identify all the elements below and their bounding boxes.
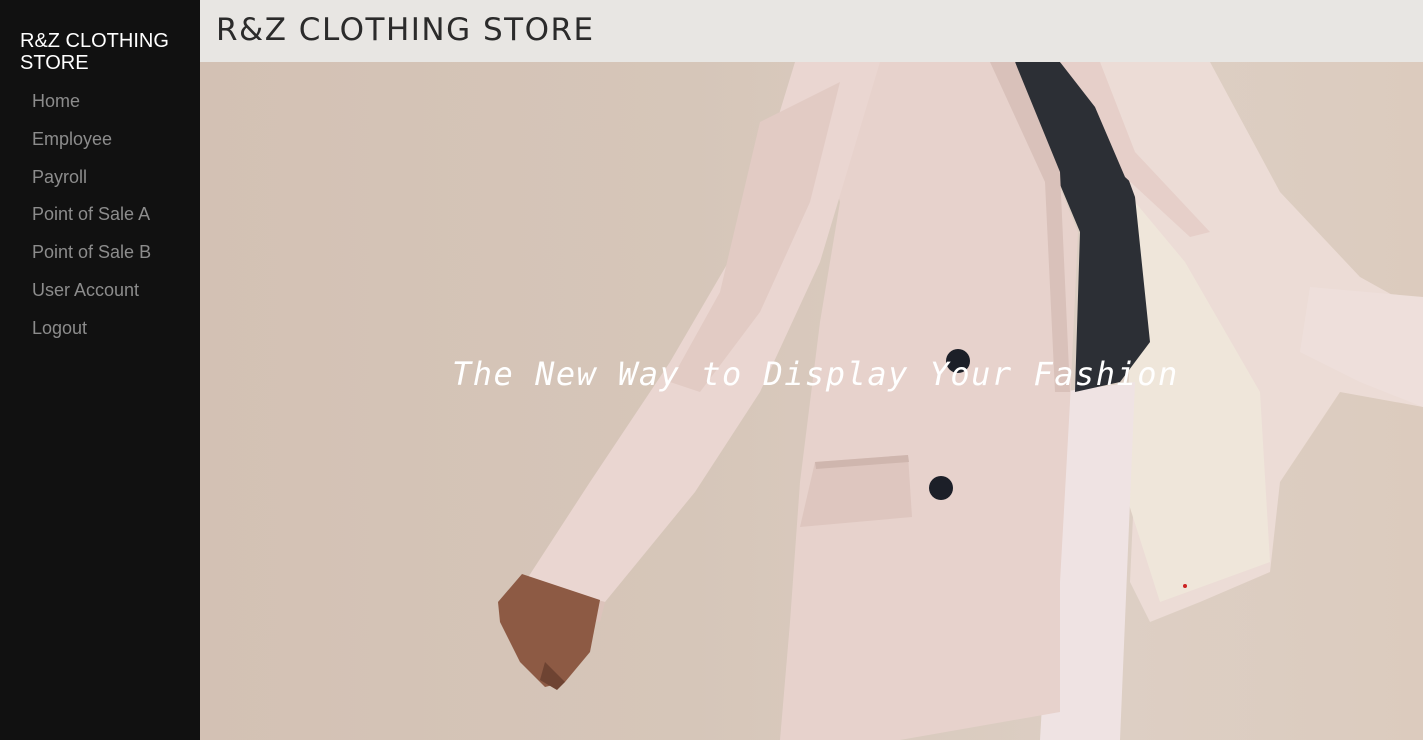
hero-caption: The New Way to Display Your Fashion (452, 355, 1179, 393)
sidebar-item-point-of-sale-b[interactable]: Point of Sale B (0, 234, 200, 272)
sidebar-item-employee[interactable]: Employee (0, 121, 200, 159)
sidebar-brand: R&Z CLOTHING STORE (20, 30, 169, 74)
top-bar: R&Z CLOTHING STORE (200, 0, 1423, 62)
hero-banner: The New Way to Display Your Fashion (200, 62, 1423, 740)
sidebar-nav: Home Employee Payroll Point of Sale A Po… (0, 83, 200, 348)
sidebar-item-point-of-sale-a[interactable]: Point of Sale A (0, 196, 200, 234)
sidebar-item-payroll[interactable]: Payroll (0, 159, 200, 197)
hero-image (498, 62, 1423, 740)
sidebar: R&Z CLOTHING STORE Home Employee Payroll… (0, 0, 200, 740)
page-title: R&Z CLOTHING STORE (216, 12, 595, 48)
sidebar-item-logout[interactable]: Logout (0, 310, 200, 348)
sidebar-item-user-account[interactable]: User Account (0, 272, 200, 310)
sidebar-item-home[interactable]: Home (0, 83, 200, 121)
